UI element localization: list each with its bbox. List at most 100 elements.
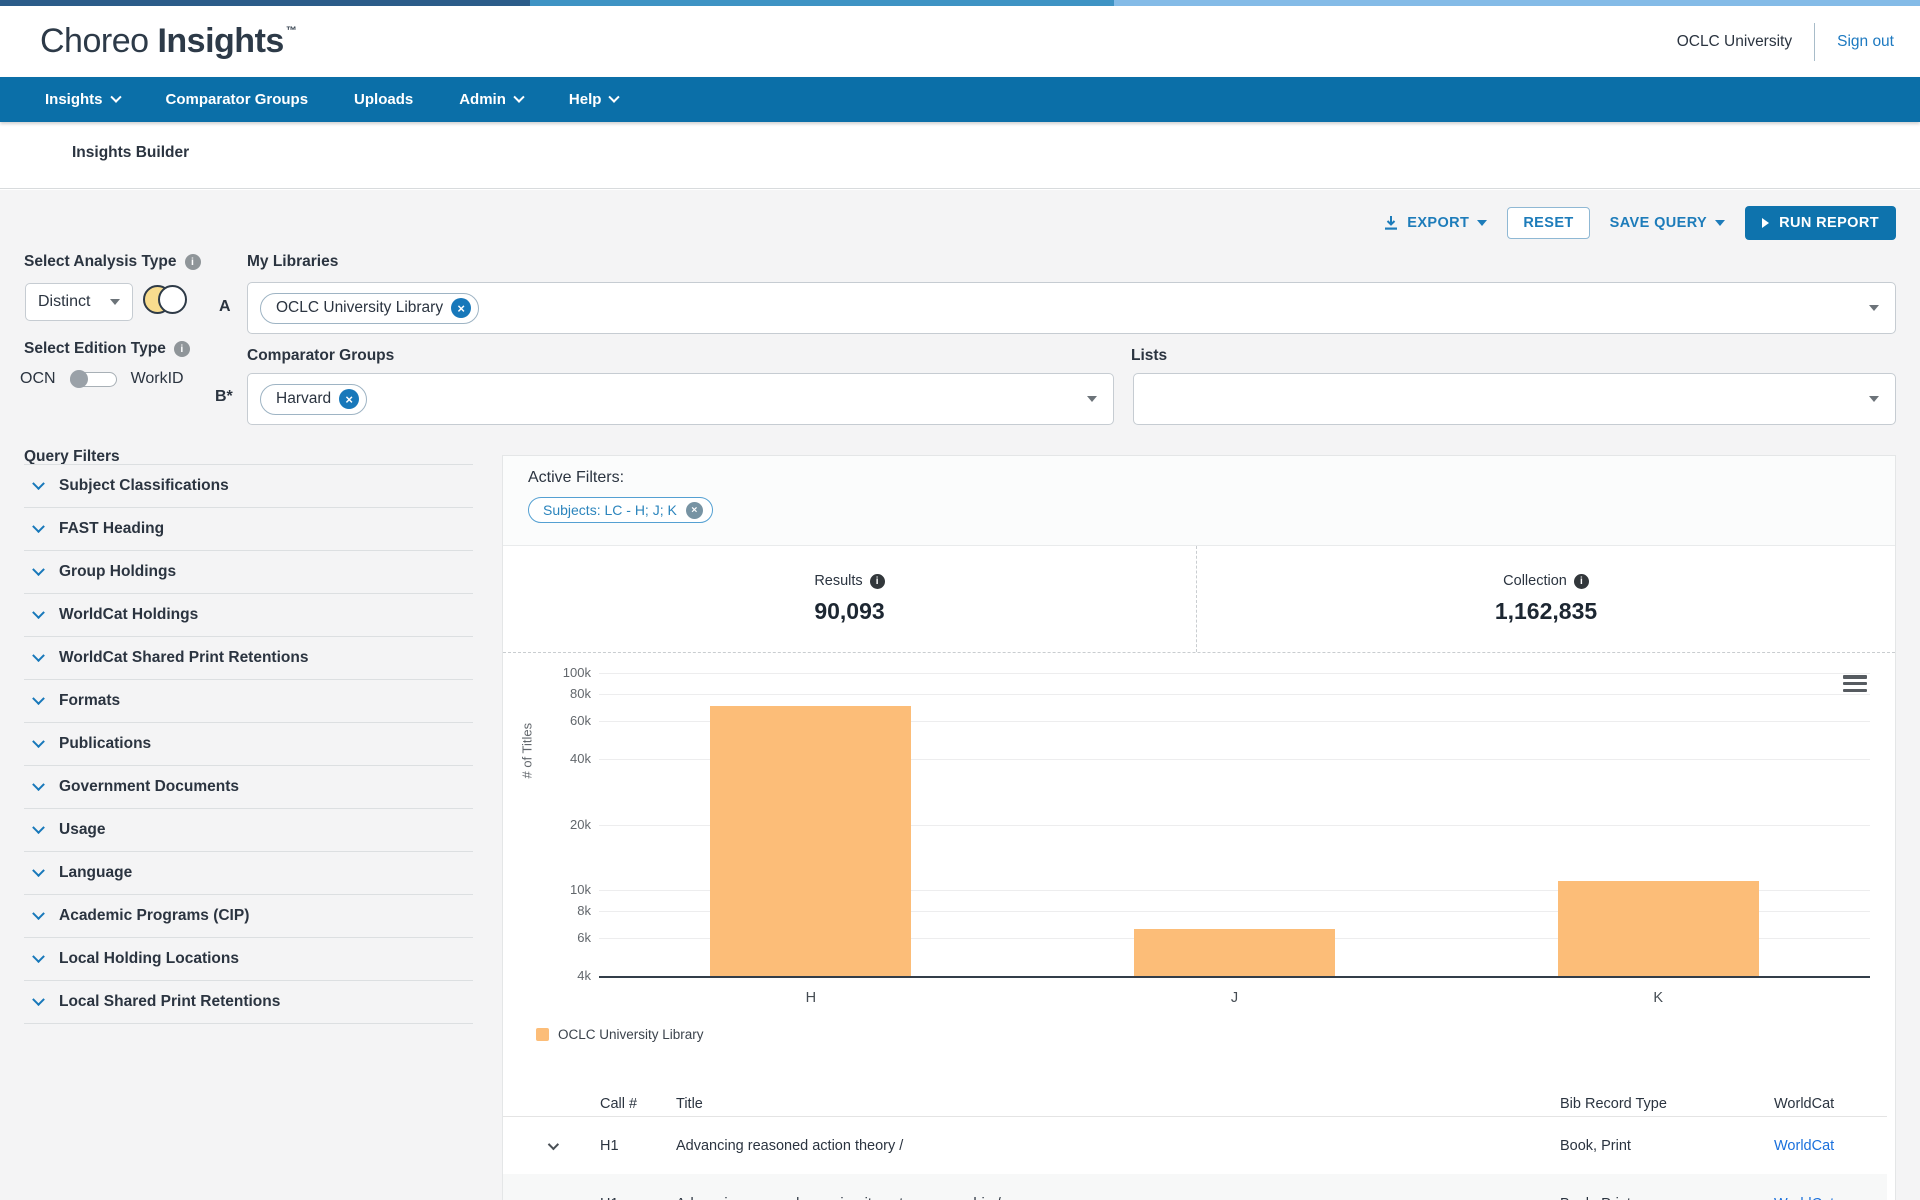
reset-button[interactable]: RESET [1507, 207, 1589, 239]
remove-chip-icon[interactable]: × [451, 298, 471, 318]
comparator-groups-label: Comparator Groups [247, 347, 394, 365]
filter-publications[interactable]: Publications [24, 723, 473, 766]
chevron-down-icon [32, 907, 45, 920]
y-tick-label: 8k [541, 903, 591, 918]
analysis-type-select[interactable]: Distinct [25, 283, 133, 321]
bar-K[interactable] [1558, 881, 1759, 976]
chart-legend[interactable]: OCLC University Library [536, 1027, 704, 1042]
caret-down-icon [1869, 396, 1879, 402]
chevron-down-icon [32, 778, 45, 791]
nav-item-help[interactable]: Help [569, 91, 619, 108]
query-filters-list: Subject Classifications FAST Heading Gro… [24, 464, 473, 1024]
filter-group-holdings[interactable]: Group Holdings [24, 551, 473, 594]
report-toolbar: EXPORT RESET SAVE QUERY RUN REPORT [1383, 205, 1896, 241]
comparator-groups-select[interactable]: Harvard × [247, 373, 1114, 425]
my-libraries-label: My Libraries [247, 253, 338, 271]
bar-J[interactable] [1134, 929, 1335, 976]
filter-language[interactable]: Language [24, 852, 473, 895]
filter-worldcat-shared-print-retentions[interactable]: WorldCat Shared Print Retentions [24, 637, 473, 680]
chevron-down-icon [32, 735, 45, 748]
info-icon[interactable]: i [1574, 574, 1589, 589]
row-a-label: A [219, 298, 231, 316]
legend-swatch [536, 1028, 549, 1041]
active-filter-chip: Subjects: LC - H; J; K × [528, 497, 713, 523]
collection-stat: Collection i 1,162,835 [1197, 546, 1895, 652]
info-icon[interactable]: i [870, 574, 885, 589]
lists-select[interactable] [1133, 373, 1896, 425]
bar-chart: # of Titles 100k80k60k40k20k10k8k6k4kHJK [503, 653, 1895, 1013]
save-query-button[interactable]: SAVE QUERY [1610, 215, 1725, 231]
save-query-label: SAVE QUERY [1610, 215, 1707, 231]
y-tick-label: 100k [541, 665, 591, 680]
nav-item-uploads[interactable]: Uploads [354, 91, 413, 108]
chart-menu-icon[interactable] [1843, 675, 1867, 692]
filter-academic-programs-cip[interactable]: Academic Programs (CIP) [24, 895, 473, 938]
edition-toggle[interactable] [70, 372, 117, 387]
filter-subject-classifications[interactable]: Subject Classifications [24, 465, 473, 508]
export-label: EXPORT [1407, 215, 1469, 231]
filter-formats[interactable]: Formats [24, 680, 473, 723]
logo-insights: Insights [157, 22, 283, 60]
breadcrumb: Insights Builder [72, 144, 189, 162]
info-icon[interactable]: i [185, 254, 201, 270]
filter-local-shared-print-retentions[interactable]: Local Shared Print Retentions [24, 981, 473, 1024]
nav-item-admin[interactable]: Admin [459, 91, 523, 108]
run-report-button[interactable]: RUN REPORT [1745, 206, 1896, 240]
caret-down-icon [1869, 305, 1879, 311]
caret-down-icon [110, 299, 120, 305]
toggle-knob [70, 370, 88, 388]
active-filters-label: Active Filters: [528, 469, 624, 487]
cell-call-number: H1 [600, 1138, 676, 1154]
filter-usage[interactable]: Usage [24, 809, 473, 852]
filter-government-documents[interactable]: Government Documents [24, 766, 473, 809]
edition-type-toggle-row: OCN WorkID [20, 370, 184, 388]
x-category-label: J [1195, 990, 1275, 1006]
comparator-chip: Harvard × [260, 384, 367, 415]
caret-down-icon [1087, 396, 1097, 402]
collection-value: 1,162,835 [1495, 598, 1597, 625]
nav-admin-label: Admin [459, 91, 506, 108]
y-axis-title: # of Titles [520, 763, 535, 779]
info-icon[interactable]: i [174, 341, 190, 357]
filter-fast-heading[interactable]: FAST Heading [24, 508, 473, 551]
run-report-label: RUN REPORT [1779, 215, 1879, 231]
stats-row: Results i 90,093 Collection i 1,162,835 [503, 546, 1895, 653]
row-b-label: B* [215, 388, 233, 406]
expand-row-icon[interactable] [547, 1138, 558, 1149]
export-button[interactable]: EXPORT [1383, 215, 1487, 231]
x-category-label: K [1618, 990, 1698, 1006]
my-libraries-select[interactable]: OCLC University Library × [247, 282, 1896, 334]
nav-item-comparator-groups[interactable]: Comparator Groups [166, 91, 309, 108]
account-divider [1814, 23, 1815, 61]
y-tick-label: 80k [541, 686, 591, 701]
logo-trademark: ™ [286, 25, 297, 37]
filter-worldcat-holdings[interactable]: WorldCat Holdings [24, 594, 473, 637]
chevron-down-icon [32, 606, 45, 619]
sign-out-link[interactable]: Sign out [1837, 33, 1894, 51]
venn-diagram-icon [143, 285, 189, 315]
active-filters-bar: Active Filters: Subjects: LC - H; J; K × [503, 456, 1895, 546]
results-stat: Results i 90,093 [503, 546, 1197, 652]
chevron-down-icon [32, 993, 45, 1006]
choreo-insights-logo: Choreo Insights™ [40, 22, 296, 61]
filter-local-holding-locations[interactable]: Local Holding Locations [24, 938, 473, 981]
ocn-label: OCN [20, 370, 56, 388]
account-name: OCLC University [1677, 33, 1792, 51]
y-tick-label: 10k [541, 882, 591, 897]
my-libraries-chip: OCLC University Library × [260, 293, 479, 324]
results-label-row: Results i [814, 573, 884, 589]
table-header-row: Call # Title Bib Record Type WorldCat [503, 1091, 1887, 1117]
nav-item-insights[interactable]: Insights [45, 91, 120, 108]
worldcat-link[interactable]: WorldCat [1774, 1138, 1887, 1154]
chevron-down-icon [32, 563, 45, 576]
chevron-down-icon [32, 692, 45, 705]
remove-filter-icon[interactable]: × [686, 502, 703, 519]
legend-label: OCLC University Library [558, 1027, 704, 1042]
chevron-down-icon [32, 950, 45, 963]
bar-H[interactable] [710, 706, 911, 976]
worldcat-link[interactable]: WorldCat [1774, 1196, 1887, 1200]
nav-help-label: Help [569, 91, 602, 108]
play-icon [1762, 218, 1769, 228]
main-nav: Insights Comparator Groups Uploads Admin… [0, 77, 1920, 122]
remove-chip-icon[interactable]: × [339, 389, 359, 409]
